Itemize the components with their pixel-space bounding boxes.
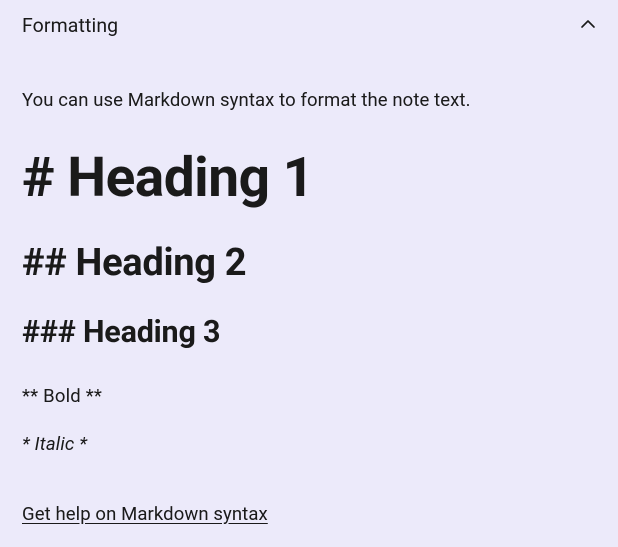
bold-example: ** Bold ** [22,385,596,407]
help-link[interactable]: Get help on Markdown syntax [22,503,268,525]
panel-body: You can use Markdown syntax to format th… [0,51,618,547]
formatting-panel: Formatting You can use Markdown syntax t… [0,0,618,547]
panel-title: Formatting [22,14,118,37]
panel-header[interactable]: Formatting [0,0,618,51]
heading2-example: ## Heading 2 [22,244,596,282]
chevron-up-icon [580,16,596,32]
heading3-example: ### Heading 3 [22,318,596,349]
heading1-example: # Heading 1 [22,151,596,206]
intro-text: You can use Markdown syntax to format th… [22,89,596,111]
italic-example: * Italic * [22,433,596,455]
